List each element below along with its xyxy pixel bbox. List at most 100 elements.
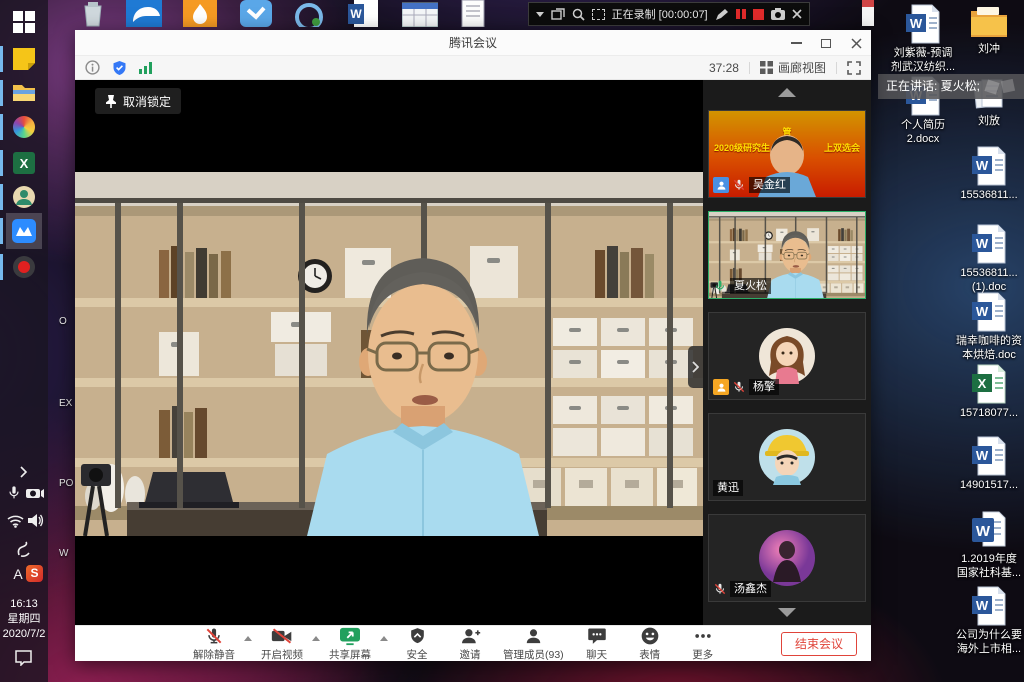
recorder-camera-icon[interactable] [771,8,785,20]
chevron-right-icon [692,361,699,373]
desktop-icon-label: 14901517... [952,478,1024,492]
tray-pen-icon[interactable] [16,540,32,558]
invite-button[interactable]: 邀请 [450,626,490,662]
info-icon[interactable] [85,60,100,75]
fullscreen-icon[interactable] [847,61,861,75]
taskbar-excel[interactable]: X [6,147,42,179]
video-options-chevron[interactable] [312,636,320,641]
taskbar-clock[interactable]: 16:13 星期四 2020/7/2 [0,597,48,642]
tray-volume-icon[interactable] [27,513,44,528]
unmute-button[interactable]: 解除静音 [193,626,235,662]
more-button[interactable]: 更多 [683,626,723,662]
recycle-bin-icon[interactable] [80,0,108,27]
sticky-note-icon [13,48,35,70]
participant-thumbnail[interactable]: 黄迅 [708,413,866,501]
taskbar-sticky-notes[interactable] [6,43,42,75]
recorder-pause-icon[interactable] [735,8,747,20]
desktop-icon[interactable]: 1.2019年度 国家社科基... [952,510,1024,580]
scroll-down-arrow[interactable] [778,608,796,617]
doc-app-icon[interactable] [458,0,488,27]
taskbar-avatar-app[interactable] [6,181,42,213]
share-screen-button[interactable]: 共享屏幕 [329,626,371,662]
more-dots-icon [693,626,713,646]
taskbar: X A S 16:13 星期四 2020/7/2 [0,0,48,682]
security-button[interactable]: 安全 [397,626,437,662]
recorder-region-icon[interactable] [592,9,605,20]
edge-icon[interactable] [126,0,162,27]
close-button[interactable] [841,30,871,56]
shield-check-icon[interactable] [112,60,127,76]
avatar [759,429,815,485]
word-file-icon [971,436,1007,476]
close-icon [851,38,862,49]
recorder-zoom-icon[interactable] [572,8,585,21]
chat-button[interactable]: 聊天 [577,626,617,662]
taskbar-color-wheel-app[interactable] [6,111,42,143]
recorder-pencil-icon[interactable] [715,8,728,21]
recorder-menu-icon[interactable] [536,12,544,17]
collapse-sidebar-handle[interactable] [688,346,703,388]
recorder-window-icon[interactable] [551,8,565,20]
app-icon-blue[interactable] [240,0,272,27]
recorder-stop-icon[interactable] [753,9,764,20]
desktop-icon-label: 1.2019年度 国家社科基... [952,552,1024,580]
desktop-icon[interactable]: 15718077... [952,364,1024,420]
meeting-control-bar: 解除静音 开启视频 共享屏幕 安全 邀请 管理成 [75,625,871,661]
partial-icon[interactable] [862,0,874,27]
tray-projector-icon[interactable] [26,486,44,500]
desktop-icon[interactable]: 瑞幸咖啡的资 本烘焙.doc [952,292,1024,362]
taskbar-tencent-meeting[interactable] [6,213,42,249]
tray-mic-icon[interactable] [6,484,22,502]
participant-thumbnail[interactable]: 夏火松 [708,211,866,299]
maximize-button[interactable] [811,30,841,56]
record-icon [12,255,36,279]
participant-thumbnail[interactable]: 管 2020级研究生 上双选会 吴金红 [708,110,866,198]
view-mode-toggle[interactable]: 画廊视图 [778,59,826,76]
participant-thumbnail[interactable]: 汤鑫杰 [708,514,866,602]
table-app-icon[interactable] [402,0,438,27]
tray-expand-arrow[interactable] [6,462,42,482]
avatar [759,328,815,384]
start-video-button[interactable]: 开启视频 [261,626,303,662]
share-options-chevron[interactable] [380,636,388,641]
app-icon-circle[interactable] [292,0,326,27]
participant-name: 黄迅 [713,480,743,496]
taskbar-screen-recorder[interactable] [6,251,42,283]
recorder-close-icon[interactable] [792,9,802,19]
emoji-button[interactable]: 表情 [630,626,670,662]
desktop-icon-label: 刘紫薇-预调 剂武汉纺织... [886,46,960,74]
flame-app-icon[interactable] [183,0,217,27]
partial-icon-label: PO [59,478,75,489]
manage-members-button[interactable]: 管理成员(93) [503,626,564,662]
title-bar[interactable]: 腾讯会议 [75,30,871,56]
network-signal-icon[interactable] [139,61,153,74]
participant-thumbnail[interactable]: 杨擎 [708,312,866,400]
folder-icon [12,83,36,103]
invite-person-icon [460,626,481,646]
tencent-meeting-icon [12,219,36,243]
desktop-icon-label: 公司为什么要 海外上市相... [952,628,1024,656]
meeting-info-bar: 37:28 画廊视图 [75,56,871,80]
mic-options-chevron[interactable] [244,636,252,641]
end-meeting-button[interactable]: 结束会议 [781,632,857,656]
sogou-icon[interactable]: S [26,565,43,582]
minimize-button[interactable] [781,30,811,56]
main-video[interactable]: 取消锁定 [75,80,703,625]
desktop-icon[interactable]: 15536811... [952,146,1024,202]
notification-center-icon[interactable] [15,650,32,666]
desktop-icon[interactable]: 公司为什么要 海外上市相... [952,586,1024,656]
desktop-icon[interactable]: 刘紫薇-预调 剂武汉纺织... [886,4,960,74]
scroll-up-arrow[interactable] [778,88,796,97]
tray-wifi-icon[interactable] [7,514,24,528]
taskbar-file-explorer[interactable] [6,77,42,109]
desktop-icon[interactable]: 15536811... (1).doc [952,224,1024,294]
unpin-button[interactable]: 取消锁定 [95,88,181,114]
running-indicator [0,114,3,140]
word-app-icon[interactable]: W [348,0,382,27]
desktop-icon[interactable]: 刘冲 [952,4,1024,56]
desktop-icon[interactable]: 14901517... [952,436,1024,492]
start-button[interactable] [6,6,42,38]
participant-name: 汤鑫杰 [730,581,771,597]
participant-name: 杨擎 [749,379,779,395]
desktop: { "colors": { "accent_blue": "#2d8cff", … [0,0,1024,682]
